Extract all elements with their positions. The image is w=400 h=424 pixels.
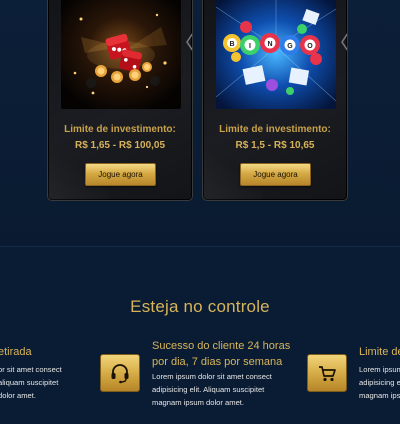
headset-icon [111,364,129,384]
investment-limit-range: R$ 1,5 - R$ 10,65 [235,140,315,151]
play-now-button[interactable]: Jogue agora [85,163,156,186]
svg-text:N: N [267,41,272,48]
feature-text: or sit amet consect aliquam suscipitet d… [0,365,62,400]
svg-text:G: G [287,43,293,50]
game-card-bingo[interactable]: B I N G O Limite de investimento: R$ 1,5… [202,0,348,201]
svg-text:B: B [229,41,234,48]
cart-icon [319,366,336,382]
play-now-button[interactable]: Jogue agora [240,163,311,186]
card-notch [338,33,347,51]
card-notch [183,33,192,51]
feature-title: Limite de [359,346,400,358]
bingo-game-image[interactable]: B I N G O [216,0,336,109]
feature-text: Lorem ipsum adipisicing e magnam ipsu [359,365,400,400]
cart-icon-box [307,354,347,392]
support-icon-box [100,354,140,392]
feature-title: Sucesso do cliente 24 horas por dia, 7 d… [152,340,291,368]
investment-limit-label: Limite de investimento: [219,124,331,135]
section-title: Esteja no controle [130,297,270,316]
svg-text:I: I [249,43,251,50]
feature-title: etirada [0,346,32,358]
investment-limit-label: Limite de investimento: [64,124,176,135]
investment-limit-range: R$ 1,65 - R$ 100,05 [74,140,166,151]
svg-text:O: O [307,43,313,50]
feature-text: Lorem ipsum dolor sit amet consect adipi… [152,372,272,407]
dice-game-image[interactable] [61,0,181,109]
game-card-dice[interactable]: Limite de investimento: R$ 1,65 - R$ 100… [47,0,193,201]
